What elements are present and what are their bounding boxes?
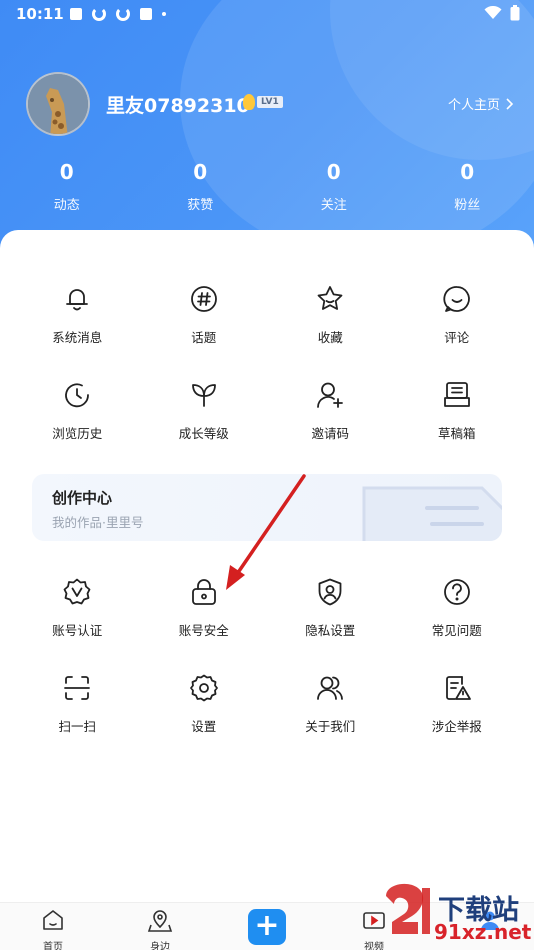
menu-item-account-verification[interactable]: 账号认证 (14, 577, 141, 673)
stat-likes[interactable]: 0 获赞 (134, 160, 268, 213)
home-icon (43, 910, 63, 930)
history-icon (65, 383, 90, 408)
menu-item-label: 扫一扫 (58, 719, 96, 734)
menu-item-label: 设置 (191, 719, 217, 734)
homepage-link-label: 个人主页 (447, 98, 500, 113)
avatar[interactable] (26, 72, 90, 136)
stat-label: 关注 (320, 198, 347, 213)
nav-nearby[interactable]: 身边 (130, 907, 190, 950)
menu-item-privacy-settings[interactable]: 隐私设置 (267, 577, 394, 673)
giraffe-avatar-image (28, 74, 88, 134)
feature-grid-bottom: 账号认证 账号安全 隐私设置 常见问题 扫一扫 设置 关于我们 涉企举报 (14, 577, 520, 769)
add-user-icon (317, 382, 344, 408)
menu-item-faq[interactable]: 常见问题 (394, 577, 521, 673)
menu-item-growth-level[interactable]: 成长等级 (141, 380, 268, 476)
menu-item-settings[interactable]: 设置 (141, 673, 268, 769)
status-time: 10:11 (16, 5, 64, 23)
menu-item-label: 账号安全 (178, 623, 229, 638)
lock-icon (191, 579, 216, 605)
question-icon (443, 579, 470, 605)
report-icon (445, 676, 471, 700)
location-icon (147, 910, 173, 932)
menu-item-about-us[interactable]: 关于我们 (267, 673, 394, 769)
battery-icon (510, 5, 520, 21)
level-label: LV1 (257, 96, 283, 108)
menu-item-topics[interactable]: 话题 (141, 284, 268, 380)
stat-label: 粉丝 (454, 198, 481, 213)
nav-home[interactable]: 首页 (23, 907, 83, 950)
notification-icons (70, 7, 166, 21)
menu-item-drafts[interactable]: 草稿箱 (394, 380, 521, 476)
creator-center-subtitle: 我的作品·里里号 (52, 515, 144, 530)
menu-item-history[interactable]: 浏览历史 (14, 380, 141, 476)
stat-value: 0 (193, 160, 208, 184)
medal-icon (243, 94, 255, 110)
notification-icon (140, 8, 152, 20)
scan-icon (64, 676, 91, 700)
homepage-link[interactable]: 个人主页 (448, 94, 514, 113)
profile-header: 里友07892310 LV1 个人主页 (26, 72, 516, 136)
chevron-right-icon (506, 97, 514, 110)
menu-item-label: 评论 (444, 330, 470, 345)
stat-followers[interactable]: 0 粉丝 (401, 160, 534, 213)
nav-home-label: 首页 (43, 942, 63, 950)
stats-row: 0 动态 0 获赞 0 关注 0 粉丝 (0, 160, 534, 213)
shield-user-icon (318, 578, 342, 606)
menu-item-label: 成长等级 (178, 426, 229, 441)
drafts-icon (443, 382, 470, 407)
stat-posts[interactable]: 0 动态 (0, 160, 134, 213)
gear-icon (189, 674, 218, 702)
feature-grid-top: 系统消息 话题 收藏 评论 浏览历史 成长等级 邀请码 草稿箱 (14, 284, 520, 476)
menu-item-enterprise-report[interactable]: 涉企举报 (394, 673, 521, 769)
menu-item-label: 话题 (191, 330, 217, 345)
menu-item-label: 常见问题 (431, 623, 482, 638)
menu-item-label: 草稿箱 (437, 426, 476, 441)
menu-item-comments[interactable]: 评论 (394, 284, 521, 380)
bell-icon (66, 289, 89, 311)
creator-center-title: 创作中心 (52, 489, 113, 507)
wifi-icon (484, 6, 502, 19)
menu-item-account-security[interactable]: 账号安全 (141, 577, 268, 673)
menu-item-label: 邀请码 (311, 426, 349, 441)
menu-item-label: 收藏 (317, 330, 343, 345)
stat-value: 0 (59, 160, 74, 184)
menu-item-label: 系统消息 (52, 330, 103, 345)
more-dot-icon (162, 12, 166, 16)
sync-icon (92, 7, 106, 21)
menu-item-label: 浏览历史 (52, 426, 103, 441)
stat-label: 获赞 (187, 198, 214, 213)
system-icons (484, 5, 520, 21)
level-badge: LV1 (243, 94, 283, 110)
leaf-icon (191, 384, 216, 407)
stat-value: 0 (326, 160, 341, 184)
menu-item-system-messages[interactable]: 系统消息 (14, 284, 141, 380)
verified-badge-icon (63, 578, 91, 605)
menu-item-scan[interactable]: 扫一扫 (14, 673, 141, 769)
stat-label: 动态 (53, 198, 80, 213)
notification-icon (70, 8, 82, 20)
nav-nearby-label: 身边 (150, 942, 170, 950)
menu-item-label: 涉企举报 (431, 719, 482, 734)
users-icon (317, 676, 344, 700)
stat-value: 0 (460, 160, 475, 184)
publish-button[interactable]: + (248, 909, 286, 945)
sync-icon (116, 7, 130, 21)
stat-following[interactable]: 0 关注 (267, 160, 401, 213)
menu-item-label: 隐私设置 (305, 623, 356, 638)
menu-item-favorites[interactable]: 收藏 (267, 284, 394, 380)
creator-center-card[interactable]: 创作中心 我的作品·里里号 (32, 474, 502, 541)
status-bar: 10:11 (0, 0, 534, 28)
comment-icon (443, 286, 470, 312)
username: 里友07892310 (106, 95, 250, 117)
watermark-url: 91xz.net (434, 920, 532, 944)
menu-item-label: 账号认证 (52, 623, 103, 638)
menu-item-invite-code[interactable]: 邀请码 (267, 380, 394, 476)
menu-item-label: 关于我们 (305, 719, 356, 734)
star-icon (317, 286, 343, 310)
document-decoration-icon (362, 486, 502, 541)
hashtag-icon (190, 286, 217, 312)
